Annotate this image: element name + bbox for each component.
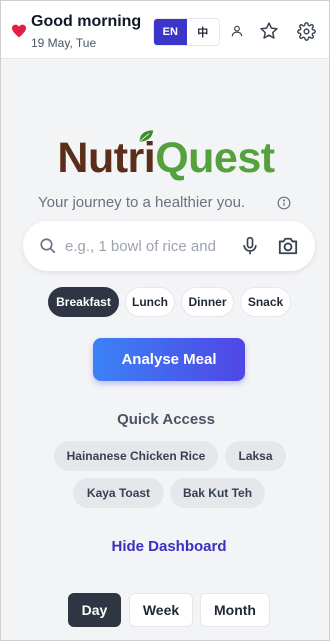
- header: Good morning 19 May, Tue EN 中: [1, 1, 329, 59]
- period-month-button[interactable]: Month: [200, 593, 270, 627]
- quick-access-item[interactable]: Bak Kut Teh: [170, 478, 265, 508]
- gear-icon[interactable]: [295, 20, 317, 42]
- user-icon[interactable]: [226, 20, 248, 42]
- logo-part-quest: Quest: [155, 134, 275, 182]
- tagline: Your journey to a healthier you.: [38, 194, 246, 211]
- quick-access-item[interactable]: Hainanese Chicken Rice: [54, 441, 218, 471]
- lang-en-button[interactable]: EN: [154, 19, 187, 45]
- camera-icon[interactable]: [277, 236, 299, 256]
- hide-dashboard-link[interactable]: Hide Dashboard: [1, 538, 329, 555]
- search-bar: [23, 221, 315, 271]
- meal-search-input[interactable]: [65, 235, 219, 257]
- quick-access-title: Quick Access: [117, 411, 215, 428]
- meal-chip-breakfast[interactable]: Breakfast: [48, 287, 119, 317]
- meal-chip-lunch[interactable]: Lunch: [125, 287, 175, 317]
- logo-part-nutri: Nutri: [57, 134, 156, 182]
- search-icon: [40, 238, 56, 254]
- star-icon[interactable]: [258, 20, 280, 42]
- date-label: 19 May, Tue: [31, 36, 97, 50]
- meal-chip-snack[interactable]: Snack: [240, 287, 291, 317]
- app-frame: Good morning 19 May, Tue EN 中 NutriQuest…: [0, 0, 330, 641]
- meal-chip-dinner[interactable]: Dinner: [181, 287, 234, 317]
- language-toggle: EN 中: [153, 18, 220, 46]
- mic-icon[interactable]: [240, 235, 260, 257]
- lang-zh-button[interactable]: 中: [186, 19, 219, 45]
- app-logo: NutriQuest: [1, 134, 329, 182]
- period-week-button[interactable]: Week: [129, 593, 193, 627]
- period-day-button[interactable]: Day: [68, 593, 121, 627]
- info-icon[interactable]: [277, 196, 291, 210]
- heart-icon: [12, 24, 26, 38]
- greeting: Good morning: [31, 13, 142, 30]
- analyse-meal-button[interactable]: Analyse Meal: [93, 338, 245, 381]
- quick-access-item[interactable]: Laksa: [225, 441, 286, 471]
- quick-access-item[interactable]: Kaya Toast: [73, 478, 164, 508]
